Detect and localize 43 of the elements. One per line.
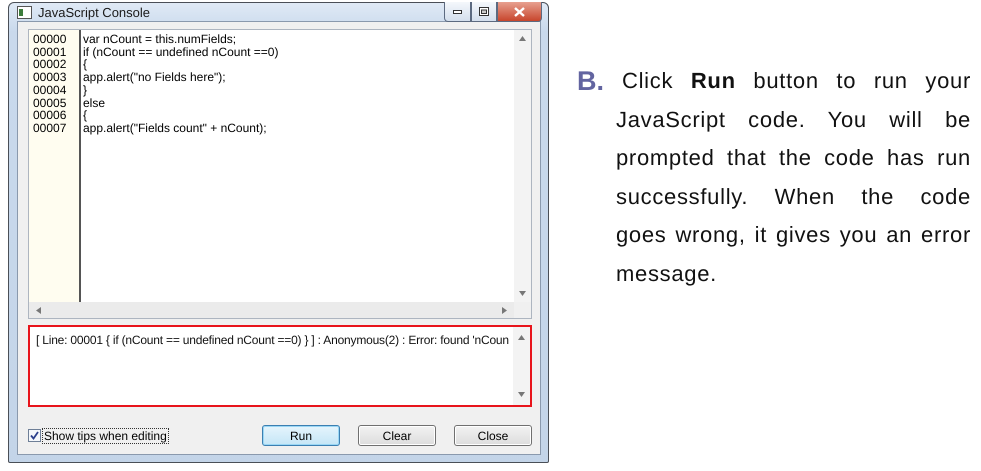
dialog-button[interactable]: Close [454,425,532,446]
line-number: 00006 [33,109,68,122]
line-number: 00001 [33,46,68,58]
scroll-right-icon[interactable] [502,306,507,314]
code-line: else [83,96,106,110]
app-icon [17,6,32,18]
minimize-icon [453,10,462,14]
code-line: { [83,109,88,122]
checkbox-label[interactable]: Show tips when editing [42,428,169,444]
code-line: app.alert("Fields count" + nCount); [83,122,268,135]
line-number: 00007 [33,122,68,135]
line-number: 00004 [33,84,68,97]
close-button[interactable] [497,2,542,22]
line-number: 00002 [33,58,68,72]
instruction-text: Click Run button to run your JavaScript code. You will be prompted that the code has run successfully. When the code goes wrong, it gives you an error message. [616,67,971,288]
scroll-up-icon[interactable] [518,335,525,340]
scroll-down-icon[interactable] [518,392,525,397]
vertical-scrollbar[interactable] [513,327,530,405]
scroll-up-icon[interactable] [519,36,526,41]
line-number: 00003 [33,71,68,84]
code-line: } [83,84,88,97]
scroll-left-icon[interactable] [36,306,41,314]
code-line: app.alert("no Fields here"); [83,71,227,84]
minimize-button[interactable] [444,2,471,22]
scroll-down-icon[interactable] [519,291,526,296]
code-line: var nCount = this.numFields; [83,33,238,46]
line-number: 00000 [33,33,68,46]
code-line: { [83,58,88,72]
maximize-icon [479,7,489,16]
error-message: [ Line: 00001 { if (nCount == undefined nCount ==0) } ] : Anonymous(2) : Error: found 'nCoun [35,332,510,349]
scrollbar-corner [514,302,531,318]
step-marker: B. [577,65,604,98]
dialog-button[interactable]: Run [262,425,340,446]
maximize-button[interactable] [471,2,497,22]
tips-checkbox[interactable] [28,429,41,442]
code-editor[interactable]: 00000 00001 00002 00003 00004 00005 00006 00007 var nCount = this.numFields; if (nCount == undefined nCount ==0) { app.alert("no Fields here"); } else { app.alert("Fields count" + nCount); [28,29,532,319]
window-title: JavaScript Console [38,4,150,20]
vertical-scrollbar[interactable] [514,30,531,302]
line-number: 00005 [33,96,68,110]
code-line: if (nCount == undefined nCount ==0) [83,46,278,58]
horizontal-scrollbar[interactable] [29,302,514,318]
close-icon [514,6,525,16]
dialog-button[interactable]: Clear [358,425,436,446]
